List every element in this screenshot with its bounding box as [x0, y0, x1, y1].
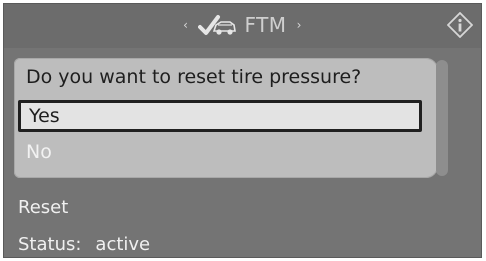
option-no[interactable]: No — [18, 136, 422, 168]
option-yes-label: Yes — [29, 105, 60, 127]
nav-right-arrow[interactable]: › — [297, 18, 302, 32]
status-line: Status: active — [18, 234, 150, 255]
menu-title: FTM — [244, 13, 287, 37]
dialog-scroll-rail — [436, 60, 448, 176]
nav-left-arrow[interactable]: ‹ — [183, 18, 188, 32]
info-icon[interactable] — [447, 12, 473, 38]
display-screen: ‹ FTM › Do you want to reset tire pressu… — [3, 3, 482, 258]
reset-label: Reset — [18, 197, 69, 218]
top-bar: ‹ FTM › — [4, 4, 481, 48]
status-label: Status: — [18, 234, 82, 255]
option-yes[interactable]: Yes — [18, 100, 422, 132]
tire-pressure-check-car-icon — [198, 15, 237, 35]
status-value: active — [95, 234, 151, 255]
reset-dialog: Do you want to reset tire pressure? Yes … — [14, 58, 438, 178]
dialog-question: Do you want to reset tire pressure? — [26, 66, 362, 88]
option-no-label: No — [26, 141, 52, 163]
menu-header: ‹ FTM › — [4, 10, 481, 40]
